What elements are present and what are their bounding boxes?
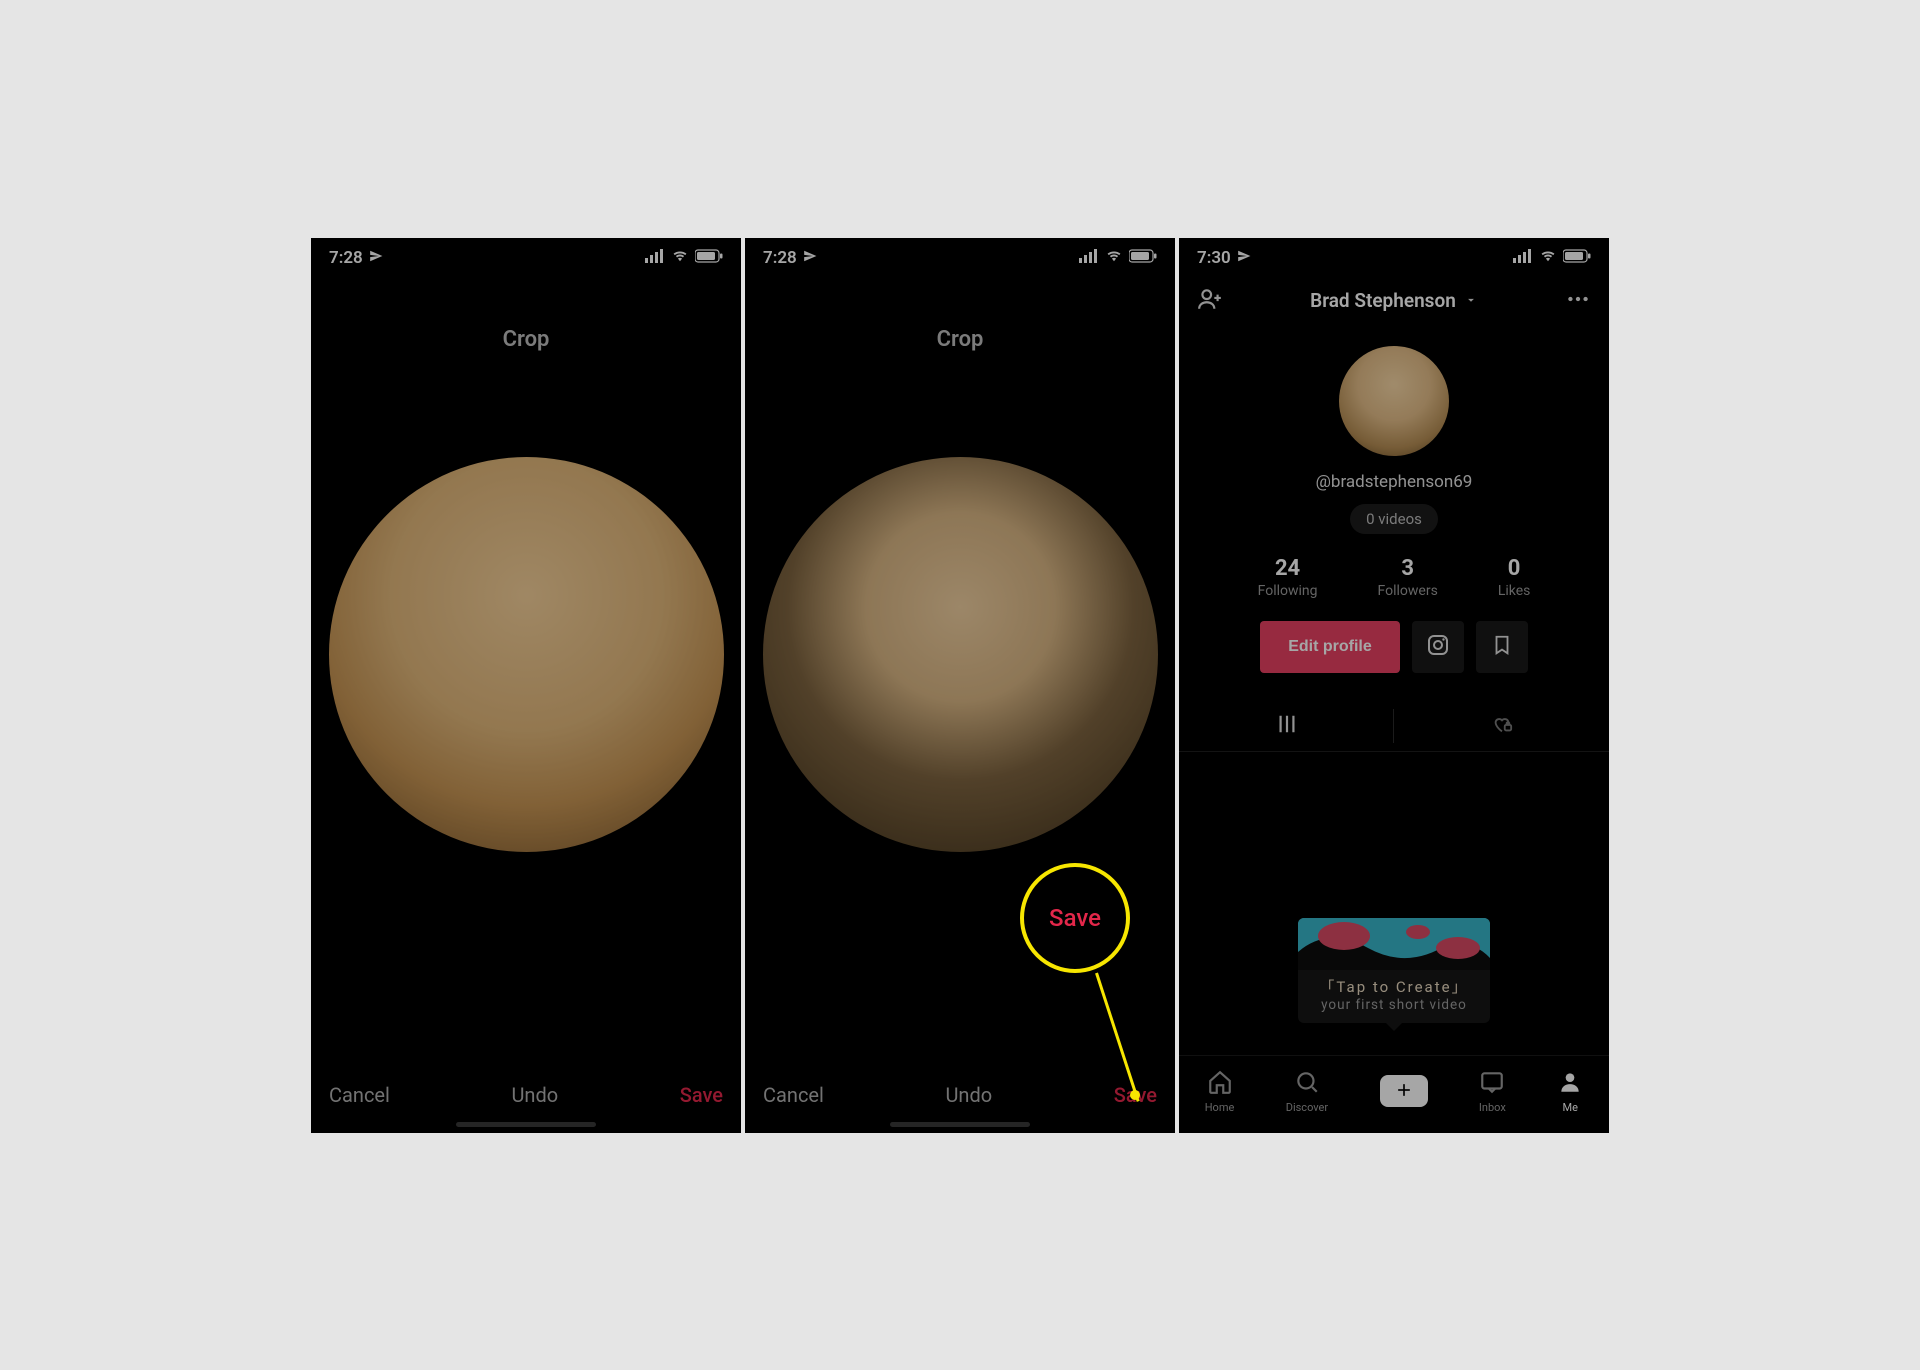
battery-icon: [695, 248, 723, 268]
status-bar: 7:28: [745, 238, 1175, 272]
crop-screen-unzoomed: 7:28 Crop Save: [745, 238, 1175, 1133]
location-icon: [369, 248, 383, 268]
more-icon[interactable]: [1565, 286, 1591, 316]
tap-to-create-sub: your first short video: [1298, 997, 1490, 1013]
add-friend-icon[interactable]: [1197, 286, 1223, 316]
home-indicator[interactable]: [890, 1122, 1030, 1127]
tab-posts[interactable]: [1179, 701, 1394, 751]
crop-screen-zoomed: 7:28 Crop Cancel Undo S: [311, 238, 741, 1133]
edit-profile-button[interactable]: Edit profile: [1260, 621, 1400, 673]
search-icon: [1294, 1069, 1320, 1098]
save-button[interactable]: Save: [680, 1083, 723, 1107]
crop-preview-circle[interactable]: [763, 457, 1158, 852]
bookmark-button[interactable]: [1476, 621, 1528, 673]
chevron-down-icon: [1464, 289, 1478, 312]
heart-lock-icon: [1490, 713, 1514, 739]
person-icon: [1557, 1069, 1583, 1098]
undo-button[interactable]: Undo: [511, 1083, 558, 1107]
wifi-icon: [671, 248, 689, 268]
nav-discover-label: Discover: [1286, 1101, 1328, 1114]
profile-display-name: Brad Stephenson: [1310, 289, 1456, 312]
profile-avatar[interactable]: [1339, 346, 1449, 456]
nav-inbox-label: Inbox: [1479, 1101, 1506, 1114]
stat-followers-count: 3: [1378, 556, 1438, 581]
nav-inbox[interactable]: Inbox: [1479, 1069, 1506, 1114]
status-time: 7:30: [1197, 248, 1231, 268]
tap-to-create-title: 「Tap to Create」: [1298, 976, 1490, 997]
instagram-button[interactable]: [1412, 621, 1464, 673]
callout-dot: [1130, 1090, 1140, 1100]
status-time: 7:28: [763, 248, 797, 268]
location-icon: [1237, 248, 1251, 268]
tab-liked[interactable]: [1394, 701, 1609, 751]
nav-me-label: Me: [1563, 1101, 1578, 1114]
cancel-button[interactable]: Cancel: [329, 1083, 390, 1107]
crop-preview-circle[interactable]: [329, 457, 724, 852]
inbox-icon: [1479, 1069, 1505, 1098]
battery-icon: [1563, 248, 1591, 268]
profile-screen: 7:30 Brad Step: [1179, 238, 1609, 1133]
callout-label: Save: [1049, 904, 1101, 932]
status-time: 7:28: [329, 248, 363, 268]
stat-likes-label: Likes: [1498, 583, 1531, 599]
bookmark-icon: [1491, 634, 1513, 660]
bottom-nav: Home Discover Inbox: [1179, 1055, 1609, 1133]
battery-icon: [1129, 248, 1157, 268]
video-count-badge: 0 videos: [1350, 504, 1438, 534]
cellular-icon: [1079, 248, 1099, 268]
cellular-icon: [645, 248, 665, 268]
page-title: Crop: [745, 327, 1175, 352]
stat-followers[interactable]: 3 Followers: [1378, 556, 1438, 599]
profile-username: @bradstephenson69: [1316, 472, 1473, 492]
wifi-icon: [1105, 248, 1123, 268]
nav-home-label: Home: [1205, 1101, 1235, 1114]
location-icon: [803, 248, 817, 268]
account-switcher[interactable]: Brad Stephenson: [1310, 289, 1478, 312]
instagram-icon: [1426, 633, 1450, 661]
stat-following[interactable]: 24 Following: [1258, 556, 1318, 599]
status-bar: 7:30: [1179, 238, 1609, 272]
plus-icon: [1394, 1080, 1414, 1103]
nav-create[interactable]: [1380, 1075, 1428, 1107]
cancel-button[interactable]: Cancel: [763, 1083, 824, 1107]
callout-save-highlight: Save: [1020, 863, 1130, 973]
wifi-icon: [1539, 248, 1557, 268]
stat-following-count: 24: [1258, 556, 1318, 581]
grid-icon: [1276, 713, 1298, 739]
stat-followers-label: Followers: [1378, 583, 1438, 599]
home-indicator[interactable]: [456, 1122, 596, 1127]
page-title: Crop: [311, 327, 741, 352]
stat-following-label: Following: [1258, 583, 1318, 599]
nav-me[interactable]: Me: [1557, 1069, 1583, 1114]
home-icon: [1207, 1069, 1233, 1098]
create-button[interactable]: [1380, 1075, 1428, 1107]
cellular-icon: [1513, 248, 1533, 268]
tap-to-create-art: [1298, 918, 1490, 970]
undo-button[interactable]: Undo: [945, 1083, 992, 1107]
status-bar: 7:28: [311, 238, 741, 272]
profile-stats: 24 Following 3 Followers 0 Likes: [1179, 556, 1609, 599]
nav-home[interactable]: Home: [1205, 1069, 1235, 1114]
tap-to-create-card[interactable]: 「Tap to Create」 your first short video: [1298, 918, 1490, 1023]
nav-discover[interactable]: Discover: [1286, 1069, 1328, 1114]
stat-likes-count: 0: [1498, 556, 1531, 581]
stat-likes[interactable]: 0 Likes: [1498, 556, 1531, 599]
